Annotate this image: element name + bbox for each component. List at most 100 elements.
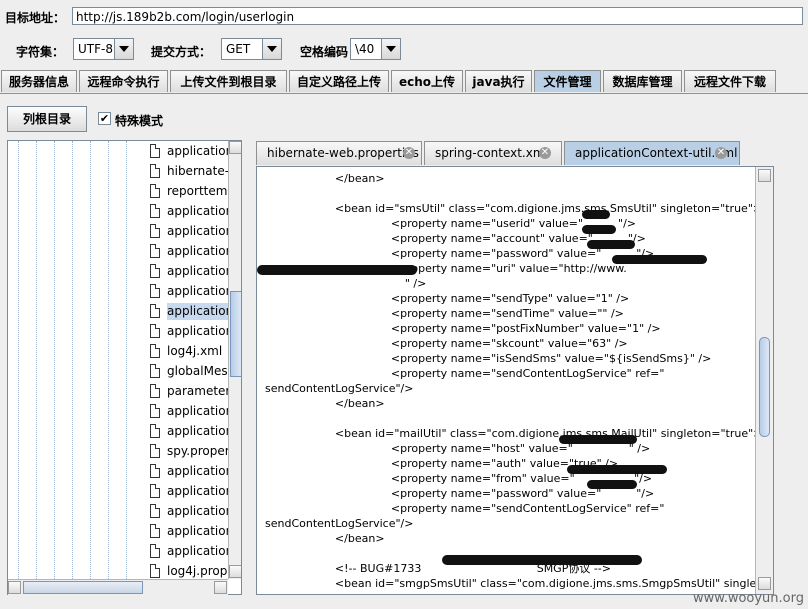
chevron-down-icon[interactable]	[114, 39, 133, 59]
tab-remote-command[interactable]: 远程命令执行	[79, 70, 168, 92]
file-tree[interactable]: application hibernate-c reporttemp applicat…	[7, 140, 242, 595]
tree-file-label: application	[167, 204, 230, 218]
tree-file-item[interactable]: application	[148, 502, 230, 522]
tree-file-label: application	[167, 244, 230, 258]
special-mode-checkbox[interactable]: ✔	[98, 112, 111, 125]
code-line: </bean>	[265, 172, 385, 185]
tree-horizontal-scrollbar[interactable]	[8, 579, 228, 595]
code-line: <property name="sendContentLogService" r…	[265, 367, 665, 380]
tree-file-label: reporttemp	[167, 184, 230, 198]
tree-file-item[interactable]: application	[148, 222, 230, 242]
file-icon	[150, 544, 160, 558]
tree-file-item[interactable]: hibernate-c	[148, 162, 230, 182]
tree-file-item[interactable]: application	[148, 302, 230, 322]
tree-guide	[126, 141, 128, 579]
method-select[interactable]: GET	[221, 38, 282, 60]
editor-tab-application-context-util[interactable]: applicationContext-util.xml ✕	[564, 141, 740, 165]
tree-file-label: application	[167, 144, 230, 158]
tree-file-item[interactable]: reporttemp	[148, 182, 230, 202]
close-icon[interactable]: ✕	[403, 147, 415, 159]
tree-file-item[interactable]: application	[148, 282, 230, 302]
tree-file-label: application	[167, 484, 230, 498]
code-line: <bean id="mailUtil" class="com.digione.j…	[265, 427, 763, 440]
redaction-mark	[612, 255, 707, 264]
tree-file-item[interactable]: application	[148, 422, 230, 442]
tree-file-label: application	[167, 264, 230, 278]
chevron-down-icon[interactable]	[381, 39, 400, 59]
charset-select[interactable]: UTF-8	[73, 38, 134, 60]
scroll-right-icon[interactable]	[214, 581, 227, 594]
tree-file-item[interactable]: globalMess	[148, 362, 230, 382]
redaction-mark	[567, 465, 667, 474]
tree-file-item[interactable]: application	[148, 262, 230, 282]
tab-echo-upload[interactable]: echo上传	[391, 70, 463, 92]
tree-vertical-scrollbar[interactable]	[228, 141, 241, 579]
tree-file-item[interactable]: spy.proper	[148, 442, 230, 462]
tree-file-label: application	[167, 504, 230, 518]
target-url-input[interactable]: http://js.189b2b.com/login/userlogin	[72, 7, 803, 25]
tree-file-item[interactable]: application	[148, 202, 230, 222]
file-icon	[150, 524, 160, 538]
tree-file-item[interactable]: application	[148, 322, 230, 342]
tree-file-item[interactable]: application	[148, 482, 230, 502]
tree-file-label: globalMess	[167, 364, 230, 378]
file-icon	[150, 244, 160, 258]
tree-guide	[54, 141, 56, 579]
editor-vertical-scrollbar[interactable]	[755, 167, 773, 594]
editor-tab-spring-context[interactable]: spring-context.xml ✕	[424, 141, 562, 165]
tab-divider	[0, 93, 808, 94]
close-icon[interactable]: ✕	[539, 147, 551, 159]
main-tab-bar: 服务器信息 远程命令执行 上传文件到根目录 自定义路径上传 echo上传 jav…	[0, 70, 808, 94]
editor-tab-label: applicationContext-util.xml	[575, 146, 738, 160]
tree-file-item[interactable]: parameter.	[148, 382, 230, 402]
tree-file-label: application	[167, 404, 230, 418]
code-line: <property name="postFixNumber" value="1"…	[265, 322, 661, 335]
scroll-up-icon[interactable]	[758, 169, 771, 182]
tab-database-manager[interactable]: 数据库管理	[603, 70, 682, 92]
tab-java-exec[interactable]: java执行	[465, 70, 532, 92]
tree-file-label: application	[167, 524, 230, 538]
tree-file-item[interactable]: application	[148, 142, 230, 162]
tree-file-item[interactable]: application	[148, 242, 230, 262]
space-encoding-value: \40	[355, 42, 375, 56]
scroll-up-icon[interactable]	[229, 141, 241, 154]
close-icon[interactable]: ✕	[715, 147, 727, 159]
editor-scroll-thumb[interactable]	[759, 337, 770, 437]
space-encoding-select[interactable]: \40	[350, 38, 401, 60]
file-icon	[150, 344, 160, 358]
chevron-down-icon[interactable]	[262, 39, 281, 59]
file-icon	[150, 324, 160, 338]
code-line: sendContentLogService"/>	[265, 382, 414, 395]
scroll-left-icon[interactable]	[8, 581, 21, 594]
code-editor[interactable]: </bean> <bean id="smsUtil" class="com.di…	[256, 166, 774, 595]
tab-file-manager[interactable]: 文件管理	[534, 70, 601, 92]
scroll-down-icon[interactable]	[229, 565, 241, 578]
tab-remote-download[interactable]: 远程文件下载	[684, 70, 776, 92]
tree-file-item[interactable]: application	[148, 462, 230, 482]
tab-server-info[interactable]: 服务器信息	[1, 70, 77, 92]
tree-guide	[90, 141, 92, 579]
scroll-down-icon[interactable]	[758, 577, 771, 590]
code-line: <property name="userid" value=" "/>	[265, 217, 637, 230]
file-icon	[150, 564, 160, 578]
file-icon	[150, 504, 160, 518]
tree-file-item[interactable]: application	[148, 522, 230, 542]
code-line: </bean>	[265, 532, 385, 545]
tree-file-label: application	[167, 464, 230, 478]
file-icon	[150, 164, 160, 178]
code-line: <bean id="smgpSmsUtil" class="com.digion…	[265, 577, 774, 590]
tree-file-item[interactable]: application	[148, 402, 230, 422]
tree-file-label: application	[167, 324, 230, 338]
tree-file-item[interactable]: log4j.xml	[148, 342, 230, 362]
tab-upload-root[interactable]: 上传文件到根目录	[170, 70, 287, 92]
code-line: <property name="from" value=" "/>	[265, 472, 653, 485]
editor-tab-hibernate[interactable]: hibernate-web.properties ✕	[256, 141, 422, 165]
tree-scroll-thumb[interactable]	[230, 291, 241, 377]
code-content[interactable]: </bean> <bean id="smsUtil" class="com.di…	[265, 171, 774, 591]
list-root-button[interactable]: 列根目录	[7, 106, 87, 132]
tab-custom-path-upload[interactable]: 自定义路径上传	[289, 70, 389, 92]
tree-file-item[interactable]: application	[148, 542, 230, 562]
method-label: 提交方式：	[151, 45, 212, 59]
tree-hscroll-thumb[interactable]	[23, 581, 143, 594]
redaction-mark	[587, 240, 635, 249]
